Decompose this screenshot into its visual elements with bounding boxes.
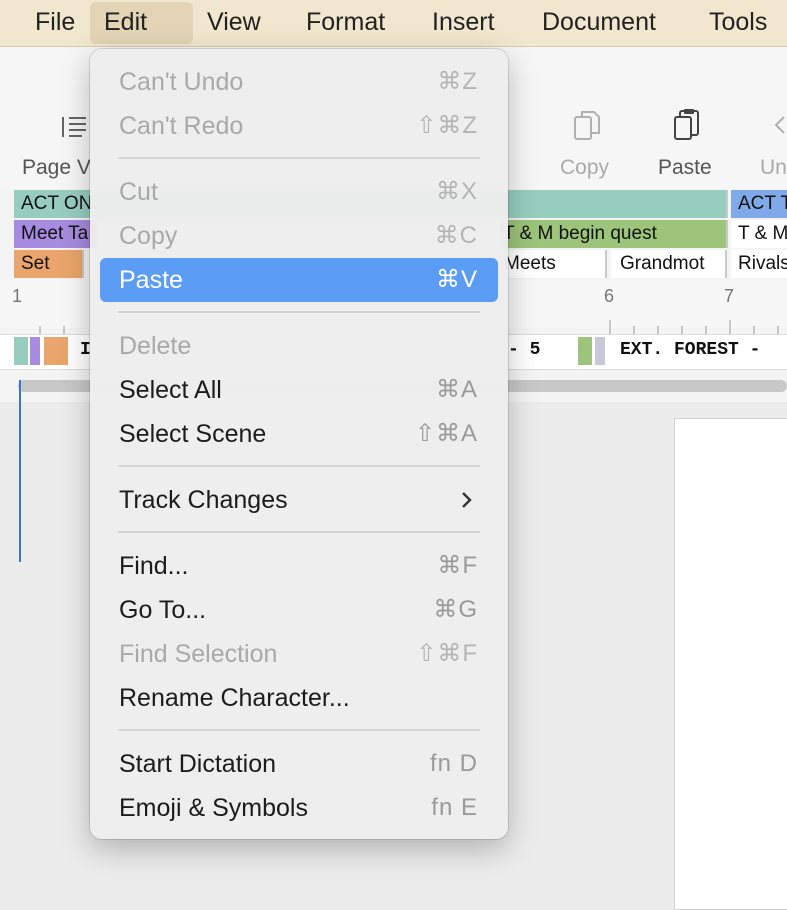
menu-item-start-dictation[interactable]: Start Dictation fn D (100, 742, 498, 786)
shortcut-label: ⇧⌘Z (416, 112, 478, 139)
menu-bar: File Edit View Format Insert Document To… (0, 0, 787, 47)
sequence-block[interactable]: T & M (731, 220, 787, 248)
shortcut-label: ⌘Z (437, 68, 478, 95)
sequence-block[interactable]: Meet Ta (14, 220, 98, 248)
menu-insert[interactable]: Insert (418, 0, 509, 46)
menu-item-label: Select Scene (119, 420, 267, 448)
page-view-button-label[interactable]: Page V (22, 156, 91, 180)
scene-color-chip (578, 337, 592, 365)
undo-button-label[interactable]: Un (760, 156, 787, 180)
ruler-label: 1 (12, 286, 23, 306)
menu-view[interactable]: View (193, 0, 275, 46)
shortcut-label: ⌘F (437, 552, 478, 579)
menu-separator (118, 465, 480, 467)
menu-item-label: Find Selection (119, 640, 278, 668)
scene-color-chip (595, 337, 605, 365)
menu-item-go-to[interactable]: Go To... ⌘G (100, 588, 498, 632)
menu-item-paste[interactable]: Paste ⌘V (100, 258, 498, 302)
menu-item-delete: Delete (100, 324, 498, 368)
shortcut-label: ⇧⌘A (414, 420, 478, 447)
menu-separator (118, 311, 480, 313)
menu-separator (118, 157, 480, 159)
shortcut-label: ⌘C (434, 222, 478, 249)
ruler-label: 7 (724, 286, 735, 306)
copy-button-label[interactable]: Copy (560, 156, 609, 180)
sequence-block[interactable]: T & M begin quest (500, 220, 728, 248)
copy-icon[interactable] (572, 109, 602, 148)
menu-document[interactable]: Document (528, 0, 670, 46)
menu-separator (118, 531, 480, 533)
menu-item-select-scene[interactable]: Select Scene ⇧⌘A (100, 412, 498, 456)
menu-item-label: Can't Undo (119, 68, 244, 96)
menu-item-undo: Can't Undo ⌘Z (100, 60, 498, 104)
scene-block[interactable]: Grandmot (611, 250, 727, 278)
menu-item-copy: Copy ⌘C (100, 214, 498, 258)
shortcut-label: ⌘A (435, 376, 478, 403)
shortcut-label: fn D (429, 750, 478, 777)
scene-block[interactable]: Meets (500, 250, 607, 278)
playhead[interactable] (19, 380, 21, 562)
scene-heading[interactable]: EXT. FOREST - (620, 340, 760, 360)
shortcut-label: ⇧⌘F (416, 640, 478, 667)
menu-edit[interactable]: Edit (90, 2, 193, 44)
menu-item-label: Emoji & Symbols (119, 794, 308, 822)
menu-item-find[interactable]: Find... ⌘F (100, 544, 498, 588)
menu-item-label: Find... (119, 552, 189, 580)
menu-item-label: Cut (119, 178, 158, 206)
shortcut-label: ⌘V (435, 266, 478, 293)
ruler-label: 6 (604, 286, 615, 306)
document-page[interactable] (674, 418, 787, 910)
menu-item-redo: Can't Redo ⇧⌘Z (100, 104, 498, 148)
menu-item-label: Delete (119, 332, 192, 360)
menu-item-label: Start Dictation (119, 750, 277, 778)
page-view-icon[interactable] (60, 113, 88, 146)
edit-menu: Can't Undo ⌘Z Can't Redo ⇧⌘Z Cut ⌘X Copy… (90, 49, 508, 839)
menu-item-label: Paste (119, 266, 183, 294)
chevron-right-icon (460, 478, 474, 535)
menu-file[interactable]: File (21, 0, 89, 46)
menu-item-label: Track Changes (119, 486, 288, 514)
scene-color-chip (14, 337, 28, 365)
undo-icon[interactable] (772, 113, 787, 144)
menu-item-emoji-symbols[interactable]: Emoji & Symbols fn E (100, 786, 498, 830)
menu-item-label: Go To... (119, 596, 207, 624)
menu-item-label: Can't Redo (119, 112, 244, 140)
shortcut-label: ⌘X (435, 178, 478, 205)
scene-color-chip (44, 337, 68, 365)
menu-format[interactable]: Format (292, 0, 399, 46)
menu-item-label: Copy (119, 222, 178, 250)
menu-separator (118, 729, 480, 731)
scene-block[interactable]: Rivals (731, 250, 787, 278)
menu-item-label: Rename Character... (119, 684, 350, 712)
act-block[interactable]: ACT T (731, 190, 787, 218)
shortcut-label: fn E (431, 794, 478, 821)
scene-color-chip (30, 337, 40, 365)
paste-button-label[interactable]: Paste (658, 156, 712, 180)
scene-heading[interactable]: - 5 (508, 340, 540, 360)
shortcut-label: ⌘G (433, 596, 478, 623)
paste-icon[interactable] (672, 107, 702, 148)
menu-item-rename-character[interactable]: Rename Character... (100, 676, 498, 720)
menu-item-track-changes[interactable]: Track Changes (100, 478, 498, 522)
menu-item-find-selection: Find Selection ⇧⌘F (100, 632, 498, 676)
menu-tools[interactable]: Tools (695, 0, 781, 46)
menu-item-cut: Cut ⌘X (100, 170, 498, 214)
menu-item-label: Select All (119, 376, 222, 404)
scene-block[interactable]: Set (14, 250, 84, 278)
menu-item-select-all[interactable]: Select All ⌘A (100, 368, 498, 412)
